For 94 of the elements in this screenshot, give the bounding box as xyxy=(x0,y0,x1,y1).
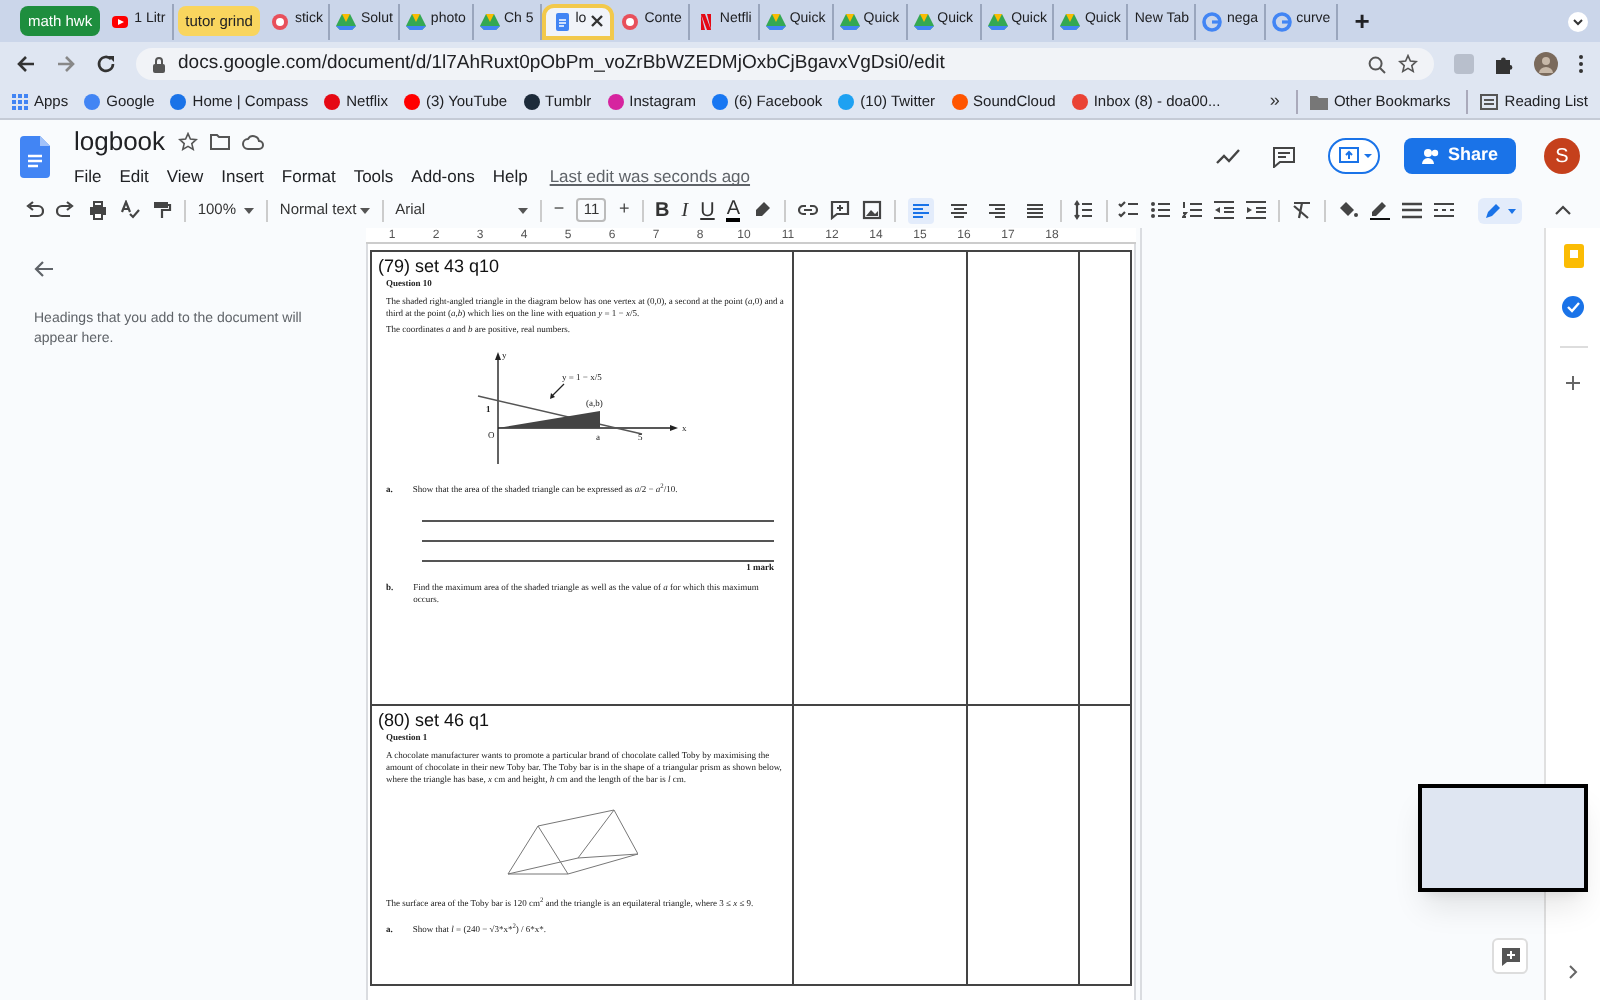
checklist-icon[interactable] xyxy=(1118,200,1139,220)
comment-plus-icon xyxy=(1501,947,1519,965)
undo-icon[interactable] xyxy=(24,200,44,220)
menu-item[interactable]: File xyxy=(74,164,102,191)
user-avatar[interactable]: S xyxy=(1544,138,1580,174)
menu-item[interactable]: Edit xyxy=(119,164,149,191)
g-logo-icon xyxy=(1272,11,1293,31)
image-icon[interactable] xyxy=(861,200,882,220)
add-comment-icon[interactable] xyxy=(829,200,850,220)
expand-icon[interactable] xyxy=(1568,964,1578,980)
document-title[interactable]: logbook xyxy=(74,121,166,161)
collapse-icon[interactable] xyxy=(1553,204,1572,216)
redo-icon[interactable] xyxy=(56,200,76,220)
more-vertical-icon[interactable] xyxy=(1578,54,1584,74)
italic-button[interactable]: I xyxy=(681,195,689,225)
caret-icon xyxy=(518,207,529,213)
menu-item[interactable]: Help xyxy=(492,164,528,191)
editing-mode-button[interactable] xyxy=(1477,197,1522,223)
fill-color-icon[interactable] xyxy=(1337,200,1358,220)
shaded-triangle xyxy=(498,411,600,428)
share-button[interactable]: Share xyxy=(1403,138,1516,174)
decrease-size-button[interactable]: − xyxy=(553,196,565,224)
print-icon[interactable] xyxy=(88,200,108,220)
triangle-logo-icon xyxy=(336,11,357,31)
forward-icon[interactable] xyxy=(56,54,76,74)
tasks-icon[interactable] xyxy=(1562,296,1584,318)
menu-item[interactable]: Format xyxy=(281,164,336,191)
triangle-logo-icon xyxy=(765,11,786,31)
clear-formatting-icon[interactable] xyxy=(1292,200,1313,220)
g-logo-icon xyxy=(1202,11,1223,31)
list-icon xyxy=(1480,94,1499,110)
border-color-icon[interactable] xyxy=(1369,200,1390,220)
border-dash-icon[interactable] xyxy=(1433,200,1454,220)
puzzle-icon[interactable] xyxy=(1494,54,1514,74)
triangle-logo-icon xyxy=(987,11,1008,31)
numbered-list-icon[interactable] xyxy=(1182,200,1203,220)
caret-icon xyxy=(244,207,255,213)
reload-icon[interactable] xyxy=(96,54,116,74)
cell-heading: (79) set 43 q10 xyxy=(378,256,502,278)
more-bookmarks-button[interactable]: » xyxy=(1269,88,1280,116)
paint-format-icon[interactable] xyxy=(152,200,172,220)
back-icon[interactable] xyxy=(16,54,36,74)
trend-line-icon[interactable] xyxy=(1215,148,1240,164)
align-left-button[interactable] xyxy=(907,197,934,223)
back-arrow-icon[interactable] xyxy=(34,260,54,278)
border-width-icon[interactable] xyxy=(1401,200,1422,220)
menu-item[interactable]: Insert xyxy=(221,164,264,191)
triangle-logo-icon xyxy=(913,11,934,31)
triangle-logo-icon xyxy=(406,11,427,31)
star-icon[interactable] xyxy=(177,131,198,152)
play-icon xyxy=(110,11,131,31)
star-icon[interactable] xyxy=(1398,54,1418,74)
letter-n-icon xyxy=(695,11,716,31)
caret-icon xyxy=(359,207,370,213)
triangle-logo-icon xyxy=(1060,11,1081,31)
increase-indent-icon[interactable] xyxy=(1246,200,1267,220)
present-button[interactable] xyxy=(1327,138,1380,174)
folder-icon[interactable] xyxy=(209,133,230,150)
underline-button[interactable]: U xyxy=(700,195,715,225)
menu-item[interactable]: Tools xyxy=(353,164,394,191)
menu-item[interactable]: View xyxy=(166,164,204,191)
lock-icon xyxy=(152,55,166,73)
folder-icon xyxy=(1309,95,1328,109)
cell-heading: (80) set 46 q1 xyxy=(378,710,492,732)
close-icon[interactable] xyxy=(590,14,605,28)
address-bar[interactable]: docs.google.com/document/d/1l7AhRuxt0pObPm_voZrBbWZEDMjOxbCjBgavxVgDsi0/edit xyxy=(136,48,1434,80)
add-comment-button[interactable] xyxy=(1492,938,1528,974)
site-icon xyxy=(620,11,641,31)
decrease-indent-icon[interactable] xyxy=(1214,200,1235,220)
zoom-icon[interactable] xyxy=(1368,55,1386,73)
cloud-icon[interactable] xyxy=(241,133,264,150)
bold-button[interactable]: B xyxy=(655,195,670,225)
menu-item[interactable]: Add-ons xyxy=(411,164,475,191)
triangle-logo-icon xyxy=(839,11,860,31)
comment-icon[interactable] xyxy=(1271,145,1296,167)
increase-size-button[interactable]: + xyxy=(618,196,630,224)
link-icon[interactable] xyxy=(797,200,818,220)
site-icon xyxy=(270,11,291,31)
triangle-logo-icon xyxy=(479,11,500,31)
bulleted-list-icon[interactable] xyxy=(1150,200,1171,220)
last-edit-link[interactable]: Last edit was seconds ago xyxy=(549,164,751,191)
highlighter-icon[interactable] xyxy=(752,200,773,220)
people-icon xyxy=(1421,148,1440,164)
new-tab-button[interactable]: + xyxy=(1354,8,1370,34)
text-color-button[interactable]: A xyxy=(726,199,741,221)
url-text: docs.google.com/document/d/1l7AhRuxt0pObPm_voZrBbWZEDMjOxbCjBgavxVgDsi0/edit xyxy=(178,49,945,78)
leader-line xyxy=(550,383,565,399)
tab-search-icon[interactable] xyxy=(1568,11,1588,31)
profile-avatar-icon[interactable] xyxy=(1534,52,1558,76)
docs-logo-icon[interactable] xyxy=(20,135,50,177)
line-spacing-icon[interactable] xyxy=(1073,200,1093,220)
document-icon xyxy=(551,11,572,31)
spellcheck-icon[interactable] xyxy=(120,200,140,220)
add-icon[interactable] xyxy=(1566,376,1580,390)
